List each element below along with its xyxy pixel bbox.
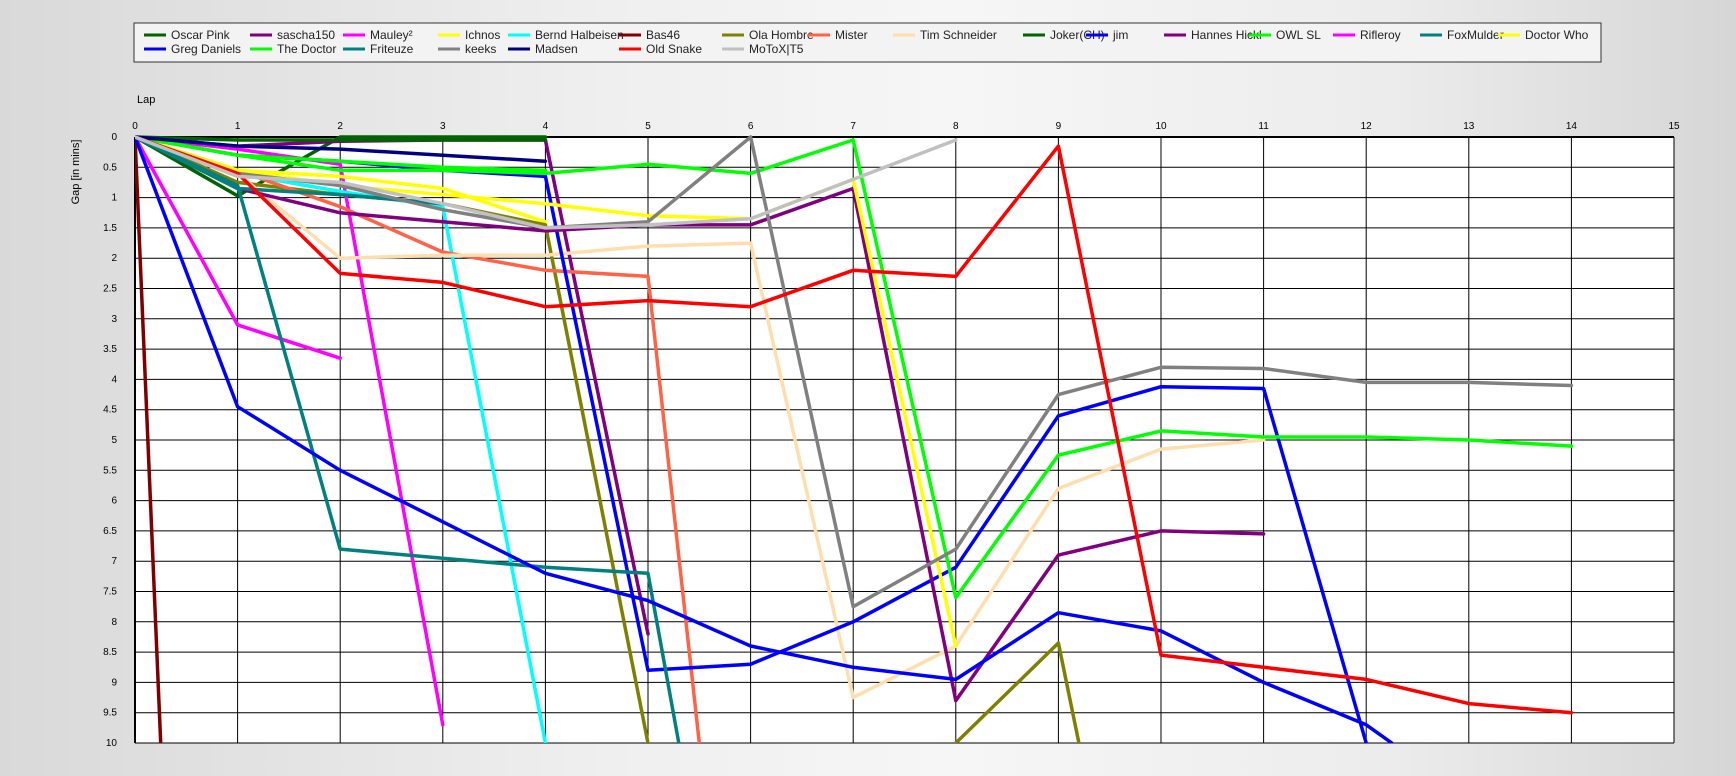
legend-entry: FoxMulder: [1447, 28, 1504, 42]
y-tick-label: 0.5: [103, 162, 117, 173]
x-tick-label: 15: [1668, 121, 1680, 132]
x-tick-label: 3: [440, 121, 446, 132]
legend: Oscar Pink sascha150 Mauley² Ichnos Bernd Ha…: [133, 22, 1602, 63]
legend-entry: Doctor Who: [1525, 28, 1589, 42]
x-tick-label: 5: [645, 121, 651, 132]
x-tick-label: 0: [132, 121, 138, 132]
y-tick-label: 4: [111, 374, 117, 385]
legend-entry: MoToX|T5: [749, 42, 804, 56]
y-tick-label: 3: [111, 314, 117, 325]
y-tick-label: 9: [111, 677, 117, 688]
y-tick-label: 0: [111, 132, 117, 143]
x-tick-label: 10: [1155, 121, 1167, 132]
legend-entry: Friteuze: [370, 42, 414, 56]
y-tick-label: 3.5: [103, 344, 117, 355]
gap-chart: Oscar Pink sascha150 Mauley² Ichnos Bernd Ha…: [70, 22, 1680, 749]
x-axis-label: Lap: [137, 94, 155, 106]
legend-entry: Tim Schneider: [920, 28, 997, 42]
x-tick-label: 12: [1361, 121, 1373, 132]
plot-area: 0 1 2 3 4 5 6 7 8 9 10 11 12 13 14 1500.511.522.533.544…: [103, 121, 1680, 749]
y-tick-label: 5: [111, 435, 117, 446]
legend-entry: Bas46: [646, 28, 680, 42]
legend-entry: Rifleroy: [1360, 28, 1401, 42]
legend-entry: Oscar Pink: [171, 28, 231, 42]
y-tick-label: 6.5: [103, 526, 117, 537]
x-tick-label: 4: [543, 121, 549, 132]
x-tick-label: 6: [748, 121, 754, 132]
legend-entry: The Doctor: [277, 42, 336, 56]
x-tick-label: 7: [850, 121, 856, 132]
y-tick-label: 7.5: [103, 587, 117, 598]
x-tick-label: 13: [1463, 121, 1475, 132]
legend-entry: Ola Hombre: [749, 28, 814, 42]
legend-entry: Madsen: [535, 42, 578, 56]
legend-entry: OWL SL: [1276, 28, 1321, 42]
y-tick-label: 1: [111, 193, 117, 204]
x-tick-label: 14: [1566, 121, 1578, 132]
y-tick-label: 9.5: [103, 708, 117, 719]
legend-entry: Mister: [835, 28, 868, 42]
x-tick-label: 11: [1258, 121, 1269, 132]
x-tick-label: 1: [235, 121, 241, 132]
legend-entry: Bernd Halbeisen: [535, 28, 624, 42]
legend-entry: Greg Daniels: [171, 42, 241, 56]
legend-entry: Ichnos: [465, 28, 500, 42]
y-tick-label: 7: [111, 556, 117, 567]
x-tick-label: 8: [953, 121, 959, 132]
legend-entry: Mauley²: [370, 28, 413, 42]
y-tick-label: 2: [111, 253, 117, 264]
y-tick-label: 1.5: [103, 223, 117, 234]
y-tick-label: 8.5: [103, 647, 117, 658]
y-tick-label: 8: [111, 617, 117, 628]
y-tick-label: 2.5: [103, 284, 117, 295]
y-tick-label: 10: [106, 738, 118, 749]
x-tick-label: 9: [1056, 121, 1062, 132]
y-tick-label: 6: [111, 496, 117, 507]
legend-entry: keeks: [465, 42, 496, 56]
y-tick-label: 5.5: [103, 465, 117, 476]
legend-entry: Old Snake: [646, 42, 702, 56]
legend-entry: sascha150: [277, 28, 335, 42]
legend-entry: jim: [1112, 28, 1128, 42]
x-tick-label: 2: [337, 121, 343, 132]
y-tick-label: 4.5: [103, 405, 117, 416]
y-axis-label: Gap [in mins]: [70, 140, 82, 205]
